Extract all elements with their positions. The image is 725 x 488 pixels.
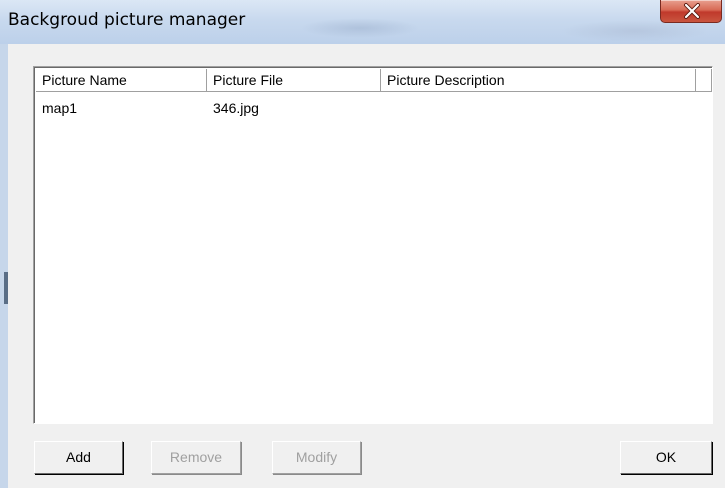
close-icon — [684, 3, 700, 19]
column-header-filler — [696, 69, 712, 92]
list-row[interactable]: map1 346.jpg — [36, 97, 712, 119]
title-bar: Backgroud picture manager — [0, 0, 725, 44]
column-header-picture-file[interactable]: Picture File — [207, 69, 381, 92]
cell-picture-name: map1 — [42, 100, 78, 116]
close-button[interactable] — [660, 0, 722, 23]
remove-button[interactable]: Remove — [151, 441, 241, 474]
window-title: Backgroud picture manager — [8, 10, 246, 30]
picture-list[interactable]: Picture Name Picture File Picture Descri… — [33, 66, 713, 424]
list-header: Picture Name Picture File Picture Descri… — [36, 69, 712, 94]
column-header-picture-name[interactable]: Picture Name — [36, 69, 207, 92]
window-frame-left — [0, 44, 8, 488]
cell-picture-file: 346.jpg — [213, 100, 259, 116]
ok-button[interactable]: OK — [620, 441, 712, 474]
modify-button[interactable]: Modify — [272, 441, 361, 474]
add-button[interactable]: Add — [34, 441, 123, 474]
column-header-picture-description[interactable]: Picture Description — [381, 69, 696, 92]
